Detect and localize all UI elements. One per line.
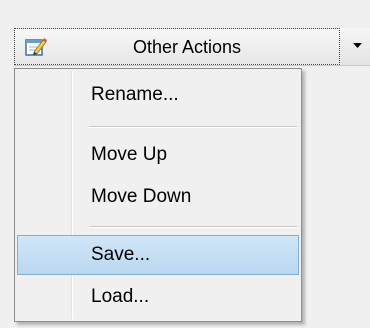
menu-item-label: Load... (91, 286, 150, 307)
dropdown-arrow-button[interactable] (346, 28, 370, 65)
menu-item-label: Rename... (91, 84, 179, 105)
menu-item-move-down[interactable]: Move Down (17, 177, 299, 217)
menu-item-label: Save... (91, 244, 151, 265)
menu-item-save[interactable]: Save... (17, 235, 299, 275)
other-actions-menu: Rename... Move Up Move Down Save... Load… (14, 68, 302, 322)
menu-separator (89, 226, 297, 228)
other-actions-button[interactable]: Other Actions (14, 28, 340, 65)
menu-item-label: Move Down (91, 186, 192, 207)
other-actions-label: Other Actions (132, 37, 242, 57)
menu-item-rename[interactable]: Rename... (17, 75, 299, 115)
menu-separator (89, 126, 297, 128)
other-actions-split-button[interactable]: Other Actions (14, 28, 370, 66)
menu-item-label: Move Up (91, 144, 168, 165)
menu-item-move-up[interactable]: Move Up (17, 135, 299, 175)
dropdown-arrow-icon (353, 43, 362, 48)
menu-item-load[interactable]: Load... (17, 277, 299, 317)
